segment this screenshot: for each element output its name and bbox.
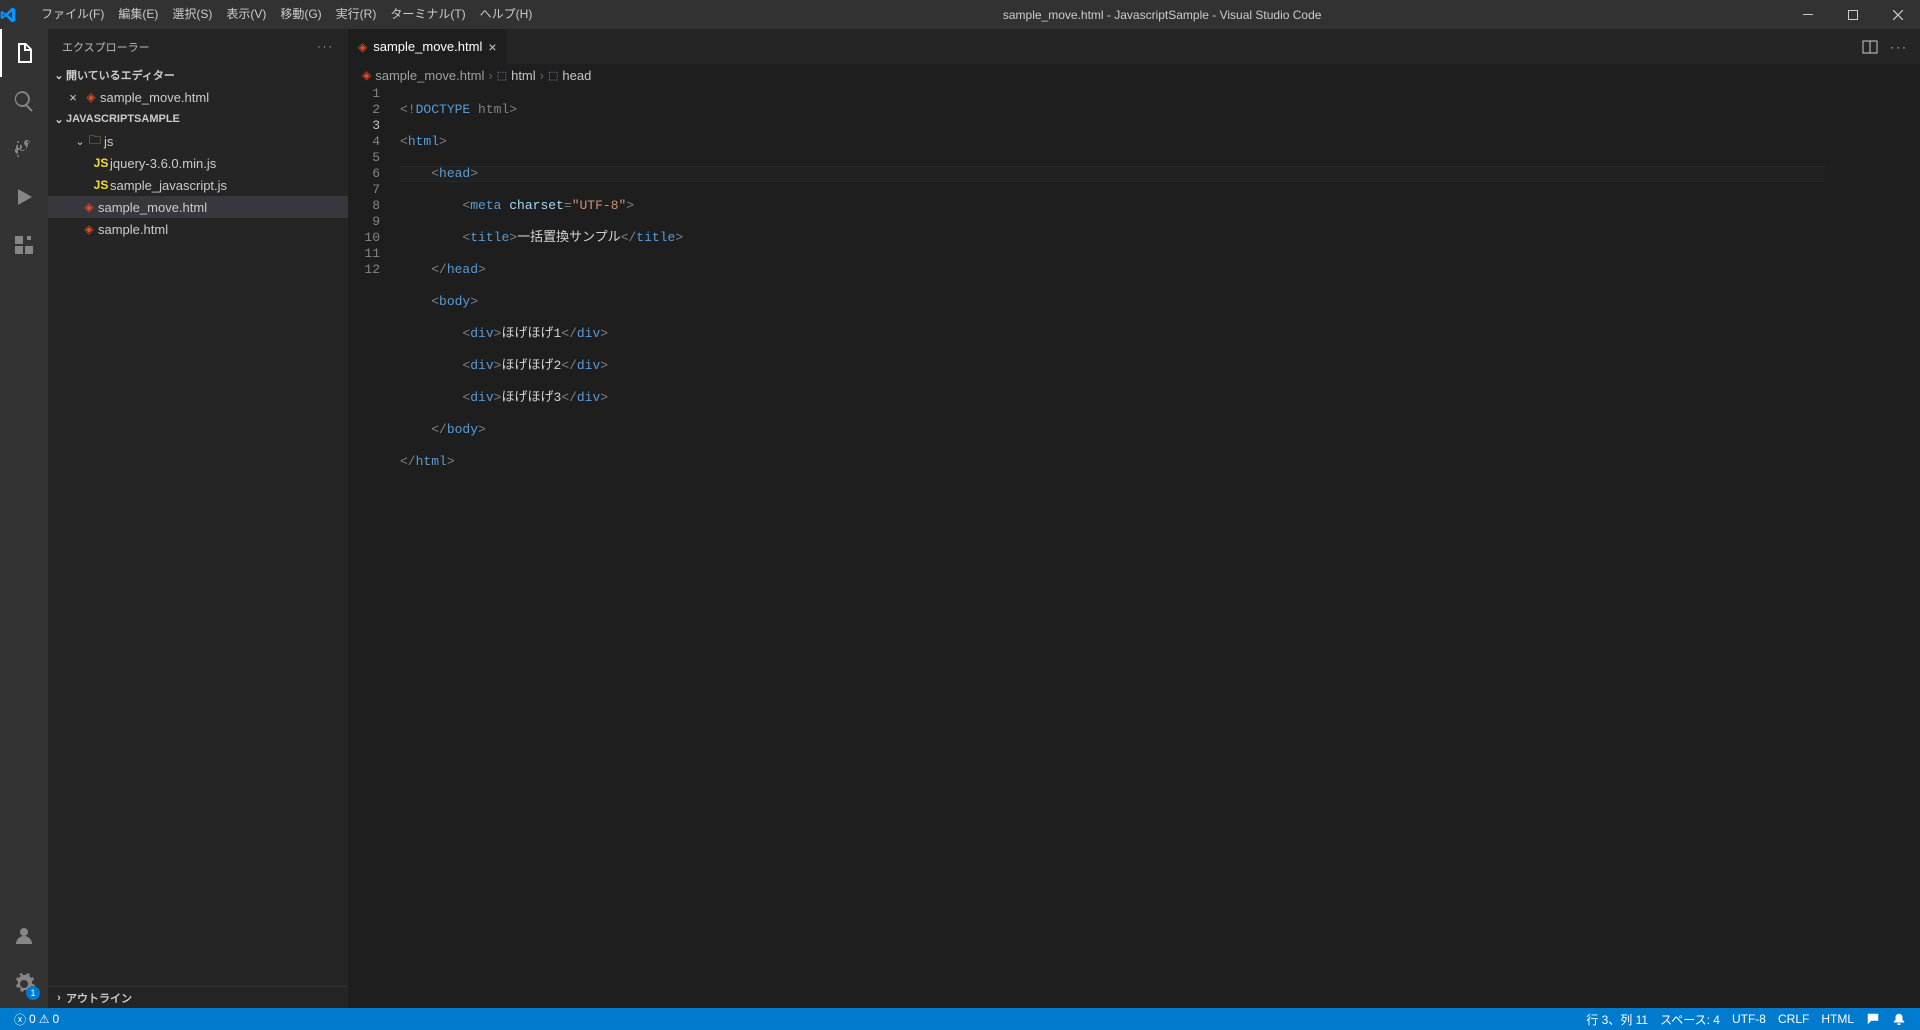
menu-terminal[interactable]: ターミナル(T) (383, 0, 472, 29)
more-actions-icon[interactable]: ··· (1890, 40, 1908, 54)
tree-file-label: sample_javascript.js (110, 178, 227, 193)
chevron-right-icon: › (488, 68, 492, 83)
symbol-icon: ⬚ (548, 69, 558, 82)
open-editor-name: sample_move.html (100, 90, 209, 105)
tree-folder-label: js (104, 134, 113, 149)
line-numbers: 123456789101112 (348, 86, 398, 1008)
breadcrumb-file[interactable]: sample_move.html (375, 68, 484, 83)
menu-run[interactable]: 実行(R) (329, 0, 384, 29)
workspace-header[interactable]: ⌄ JAVASCRIPTSAMPLE (48, 108, 348, 130)
vscode-logo-icon (0, 7, 34, 23)
status-bar: ⓧ0 ⚠0 行 3、列 11 スペース: 4 UTF-8 CRLF HTML (0, 1008, 1920, 1030)
menu-file[interactable]: ファイル(F) (34, 0, 111, 29)
sidebar-more-icon[interactable]: ··· (317, 41, 334, 53)
open-editor-item[interactable]: × ◈ sample_move.html (48, 86, 348, 108)
title-bar: ファイル(F) 編集(E) 選択(S) 表示(V) 移動(G) 実行(R) ター… (0, 0, 1920, 29)
code-editor[interactable]: 123456789101112 <!DOCTYPE html> <html> <… (348, 86, 1920, 1008)
breadcrumb-label: head (562, 68, 591, 83)
close-button[interactable] (1875, 0, 1920, 29)
html-file-icon: ◈ (358, 40, 367, 54)
tab-close-icon[interactable]: × (488, 39, 496, 55)
menu-view[interactable]: 表示(V) (219, 0, 273, 29)
symbol-icon: ⬚ (497, 69, 507, 82)
tree-file[interactable]: ◈ sample.html (48, 218, 348, 240)
menu-selection[interactable]: 選択(S) (165, 0, 219, 29)
tree-file-label: sample_move.html (98, 200, 207, 215)
close-icon[interactable]: × (64, 90, 82, 105)
split-editor-icon[interactable] (1862, 39, 1878, 55)
open-editors-header[interactable]: ⌄ 開いているエディター (48, 64, 348, 86)
chevron-down-icon: ⌄ (52, 69, 66, 82)
activity-search[interactable] (0, 77, 48, 125)
tree-file-label: jquery-3.6.0.min.js (110, 156, 216, 171)
js-file-icon: JS (92, 156, 110, 170)
status-feedback-icon[interactable] (1860, 1011, 1886, 1028)
error-icon: ⓧ (14, 1011, 26, 1028)
activity-run-debug[interactable] (0, 173, 48, 221)
status-indent[interactable]: スペース: 4 (1654, 1011, 1726, 1028)
breadcrumb[interactable]: ◈ sample_move.html › ⬚ html › ⬚ head (348, 64, 1920, 86)
chevron-down-icon: ⌄ (52, 113, 66, 126)
window-title: sample_move.html - JavascriptSample - Vi… (539, 8, 1785, 22)
tab-label: sample_move.html (373, 39, 482, 54)
editor-tab-active[interactable]: ◈ sample_move.html × (348, 29, 508, 64)
editor-tabs: ◈ sample_move.html × ··· (348, 29, 1920, 64)
activity-account[interactable] (0, 912, 48, 960)
status-problems[interactable]: ⓧ0 ⚠0 (8, 1011, 65, 1028)
breadcrumb-node[interactable]: ⬚ html (497, 68, 536, 83)
status-error-count: 0 (29, 1012, 36, 1026)
menu-help[interactable]: ヘルプ(H) (473, 0, 540, 29)
breadcrumb-label: html (511, 68, 536, 83)
tree-file[interactable]: JS sample_javascript.js (48, 174, 348, 196)
minimize-button[interactable] (1785, 0, 1830, 29)
menu-go[interactable]: 移動(G) (273, 0, 328, 29)
menu-bar: ファイル(F) 編集(E) 選択(S) 表示(V) 移動(G) 実行(R) ター… (34, 0, 539, 29)
status-encoding[interactable]: UTF-8 (1726, 1011, 1772, 1028)
chevron-down-icon: ⌄ (74, 135, 86, 148)
outline-header[interactable]: › アウトライン (48, 986, 348, 1008)
file-tree: ⌄ 🗀 js JS jquery-3.6.0.min.js JS sample_… (48, 130, 348, 240)
minimap[interactable] (1825, 86, 1920, 1008)
settings-badge: 1 (26, 986, 40, 1000)
activity-source-control[interactable] (0, 125, 48, 173)
maximize-button[interactable] (1830, 0, 1875, 29)
folder-icon: 🗀 (86, 131, 104, 152)
html-file-icon: ◈ (362, 68, 371, 82)
open-editors-list: × ◈ sample_move.html (48, 86, 348, 108)
status-cursor-pos[interactable]: 行 3、列 11 (1580, 1011, 1654, 1028)
open-editors-label: 開いているエディター (66, 67, 175, 83)
chevron-right-icon: › (52, 992, 66, 1004)
explorer-sidebar: エクスプローラー ··· ⌄ 開いているエディター × ◈ sample_mov… (48, 29, 348, 1008)
chevron-right-icon: › (540, 68, 544, 83)
status-eol[interactable]: CRLF (1772, 1011, 1815, 1028)
status-warning-count: 0 (52, 1012, 59, 1026)
html-file-icon: ◈ (80, 200, 98, 214)
editor-group: ◈ sample_move.html × ··· ◈ sample_move.h… (348, 29, 1920, 1008)
editor-actions: ··· (1850, 29, 1920, 64)
tree-file-label: sample.html (98, 222, 168, 237)
tree-file[interactable]: JS jquery-3.6.0.min.js (48, 152, 348, 174)
status-language[interactable]: HTML (1815, 1011, 1860, 1028)
window-controls (1785, 0, 1920, 29)
activity-explorer[interactable] (0, 29, 48, 77)
tree-file-active[interactable]: ◈ sample_move.html (48, 196, 348, 218)
warning-icon: ⚠ (39, 1012, 50, 1026)
sidebar-title: エクスプローラー ··· (48, 29, 348, 64)
js-file-icon: JS (92, 178, 110, 192)
activity-bar: 1 (0, 29, 48, 1008)
html-file-icon: ◈ (80, 222, 98, 236)
code-content[interactable]: <!DOCTYPE html> <html> <head> <meta char… (398, 86, 1825, 1008)
tree-folder-js[interactable]: ⌄ 🗀 js (48, 130, 348, 152)
activity-settings[interactable]: 1 (0, 960, 48, 1008)
menu-edit[interactable]: 編集(E) (111, 0, 165, 29)
outline-label: アウトライン (66, 990, 132, 1006)
activity-extensions[interactable] (0, 221, 48, 269)
breadcrumb-node[interactable]: ⬚ head (548, 68, 591, 83)
workspace-label: JAVASCRIPTSAMPLE (66, 113, 180, 125)
sidebar-title-label: エクスプローラー (62, 39, 150, 55)
html-file-icon: ◈ (82, 90, 100, 104)
status-notifications-icon[interactable] (1886, 1011, 1912, 1028)
